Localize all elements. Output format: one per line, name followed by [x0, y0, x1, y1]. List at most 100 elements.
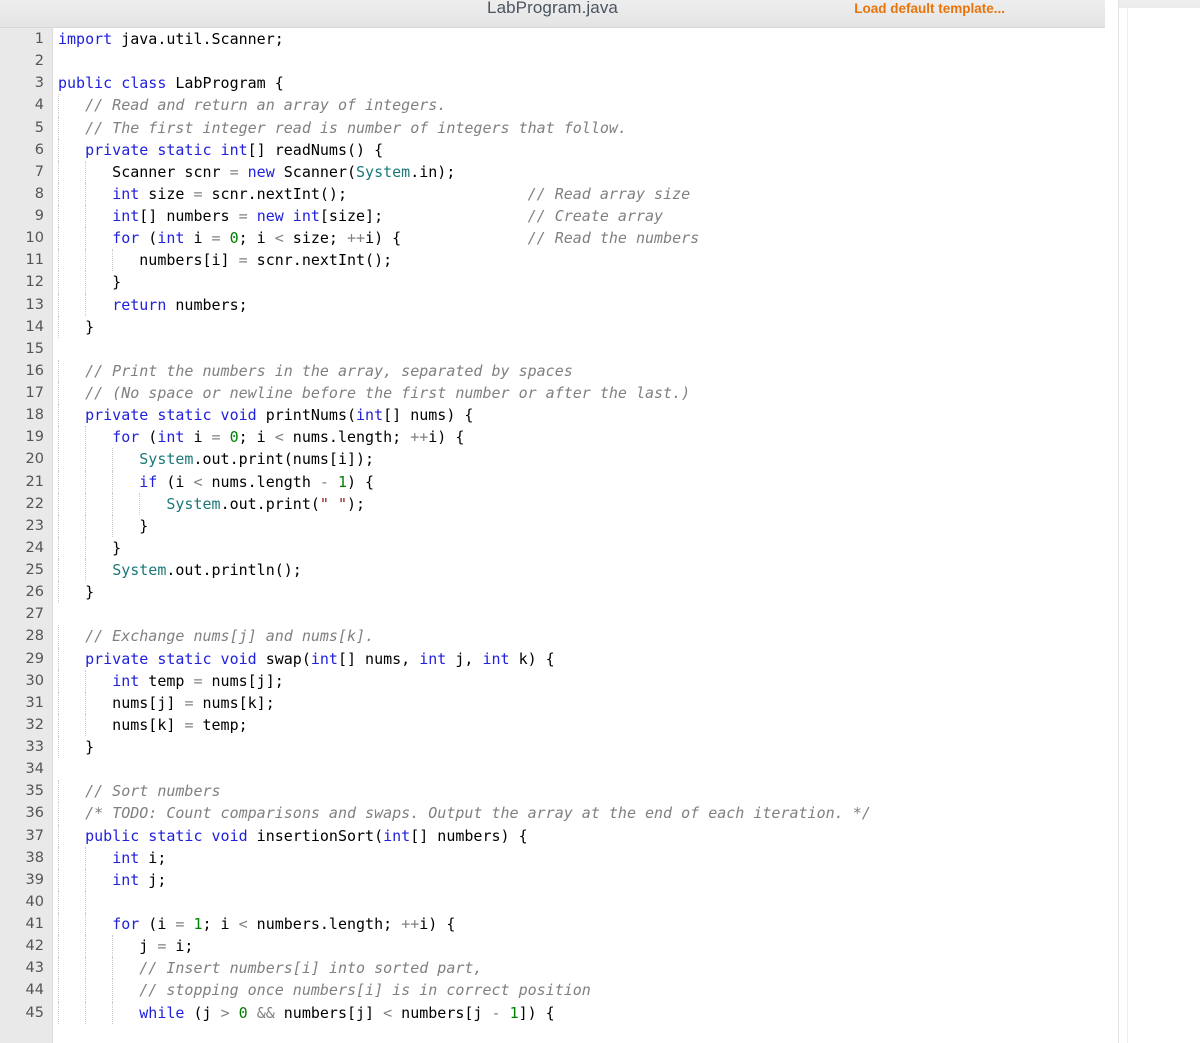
code-line-text: }: [58, 581, 94, 603]
code-token-pl: Scanner scnr: [58, 162, 230, 181]
code-token-num: 1: [193, 915, 203, 933]
code-line[interactable]: 18 private static void printNums(int[] n…: [0, 404, 1105, 427]
code-token-cls: System: [112, 561, 167, 579]
code-token-kw: private static void: [85, 406, 257, 425]
code-line[interactable]: 34: [0, 758, 1105, 780]
line-number: 5: [34, 119, 44, 136]
code-line[interactable]: 25 System.out.println();: [0, 559, 1105, 582]
code-token-op: =: [238, 251, 248, 270]
code-line[interactable]: 27: [0, 603, 1105, 625]
code-line[interactable]: 28 // Exchange nums[j] and nums[k].: [0, 625, 1105, 648]
code-line[interactable]: 10 for (int i = 0; i < size; ++i) { // R…: [0, 227, 1105, 250]
code-line[interactable]: 8 int size = scnr.nextInt(); // Read arr…: [0, 182, 1105, 205]
code-line[interactable]: 3 public class LabProgram {: [0, 72, 1105, 94]
code-line[interactable]: 2: [0, 50, 1105, 72]
code-line[interactable]: 21 if (i < nums.length - 1) {: [0, 470, 1105, 493]
code-line-text: // Read and return an array of integers.: [58, 94, 446, 116]
code-line[interactable]: 13 return numbers;: [0, 293, 1105, 316]
code-token-pl: [size];: [319, 207, 384, 225]
code-line[interactable]: 39 int j;: [0, 868, 1105, 891]
code-line[interactable]: 33 }: [0, 736, 1105, 759]
code-line-text: nums[k] = temp;: [58, 714, 247, 736]
code-line[interactable]: 35 // Sort numbers: [0, 780, 1105, 803]
code-line[interactable]: 29 private static void swap(int[] nums, …: [0, 647, 1105, 670]
code-line[interactable]: 43 // Insert numbers[i] into sorted part…: [0, 957, 1105, 980]
code-line[interactable]: 12 }: [0, 271, 1105, 294]
code-line[interactable]: 36 /* TODO: Count comparisons and swaps.…: [0, 802, 1105, 825]
code-line[interactable]: 5 // The first integer read is number of…: [0, 116, 1105, 139]
code-line[interactable]: 15: [0, 338, 1105, 360]
code-line[interactable]: 11 numbers[i] = scnr.nextInt();: [0, 249, 1105, 272]
code-token-kw: for: [112, 229, 140, 248]
code-line[interactable]: 41 for (i = 1; i < numbers.length; ++i) …: [0, 913, 1105, 936]
code-token-pl: }: [58, 538, 122, 557]
indent-guide-line: [58, 890, 60, 913]
code-line-text: /* TODO: Count comparisons and swaps. Ou…: [58, 802, 871, 824]
code-line[interactable]: 31 nums[j] = nums[k];: [0, 691, 1105, 714]
code-line[interactable]: 6 private static int[] readNums() {: [0, 138, 1105, 161]
code-line-text: private static int[] readNums() {: [58, 139, 383, 161]
code-token-kw: int: [419, 649, 447, 668]
code-line[interactable]: 1 import java.util.Scanner;: [0, 28, 1105, 50]
code-token-cmt: // stopping once numbers[i] is in correc…: [58, 981, 591, 1000]
code-line[interactable]: 7 Scanner scnr = new Scanner(System.in);: [0, 160, 1105, 183]
code-token-pl: numbers[j]: [274, 1003, 384, 1022]
code-line[interactable]: 26 }: [0, 581, 1105, 604]
code-line[interactable]: 4 // Read and return an array of integer…: [0, 94, 1105, 117]
code-editor-area[interactable]: 1 import java.util.Scanner; 2 3 public class…: [0, 28, 1105, 1043]
code-line[interactable]: 40: [0, 890, 1105, 913]
code-line[interactable]: 37 public static void insertionSort(int[…: [0, 824, 1105, 847]
code-line-text: }: [58, 537, 121, 559]
line-number: 3: [34, 75, 44, 92]
code-line[interactable]: 19 for (int i = 0; i < nums.length; ++i)…: [0, 426, 1105, 449]
code-token-num: 0: [229, 428, 239, 447]
code-line[interactable]: 17 // (No space or newline before the fi…: [0, 382, 1105, 405]
code-line[interactable]: 14 }: [0, 315, 1105, 338]
line-number: 6: [34, 141, 44, 158]
code-line[interactable]: 44 // stopping once numbers[i] is in cor…: [0, 979, 1105, 1002]
code-line[interactable]: 24 }: [0, 536, 1105, 559]
code-line[interactable]: 9 int[] numbers = new int[size]; // Crea…: [0, 205, 1105, 228]
code-line[interactable]: 20 System.out.print(nums[i]);: [0, 448, 1105, 471]
line-number: 42: [25, 938, 44, 955]
code-scroll-container[interactable]: 1 import java.util.Scanner; 2 3 public class…: [0, 28, 1105, 1043]
editor-header-bar: LabProgram.java Load default template...: [0, 0, 1105, 28]
code-token-op: -: [491, 1003, 501, 1022]
code-token-kw: int: [356, 406, 384, 425]
code-token-pl: temp: [139, 671, 194, 690]
code-line[interactable]: 32 nums[k] = temp;: [0, 713, 1105, 736]
code-line[interactable]: 42 j = i;: [0, 935, 1105, 958]
code-line[interactable]: 22 System.out.print(" ");: [0, 492, 1105, 515]
code-line[interactable]: 45 while (j > 0 && numbers[j] < numbers[…: [0, 1001, 1105, 1024]
load-default-template-link[interactable]: Load default template...: [854, 1, 1005, 16]
code-line[interactable]: 16 // Print the numbers in the array, se…: [0, 359, 1105, 382]
line-number: 44: [25, 982, 44, 999]
code-line-text: j = i;: [58, 935, 193, 957]
line-number: 26: [25, 584, 44, 601]
code-line[interactable]: 38 int i;: [0, 846, 1105, 869]
code-line[interactable]: 23 }: [0, 514, 1105, 537]
code-editor-window: LabProgram.java Load default template...…: [0, 0, 1200, 1043]
code-token-pl: i: [184, 428, 212, 447]
line-number: 7: [34, 163, 44, 180]
line-number: 37: [25, 827, 44, 844]
line-number: 16: [25, 362, 44, 379]
code-line[interactable]: 30 int temp = nums[j];: [0, 669, 1105, 692]
indent-guide-line: [85, 890, 87, 913]
code-token-op: <: [274, 229, 284, 248]
code-token-pl: printNums(: [256, 406, 357, 425]
code-token-kw: if: [139, 472, 158, 491]
code-token-kw: int: [482, 649, 510, 668]
code-token-pl: nums.length: [202, 472, 320, 491]
code-token-cmt: // Read and return an array of integers.: [58, 96, 447, 115]
